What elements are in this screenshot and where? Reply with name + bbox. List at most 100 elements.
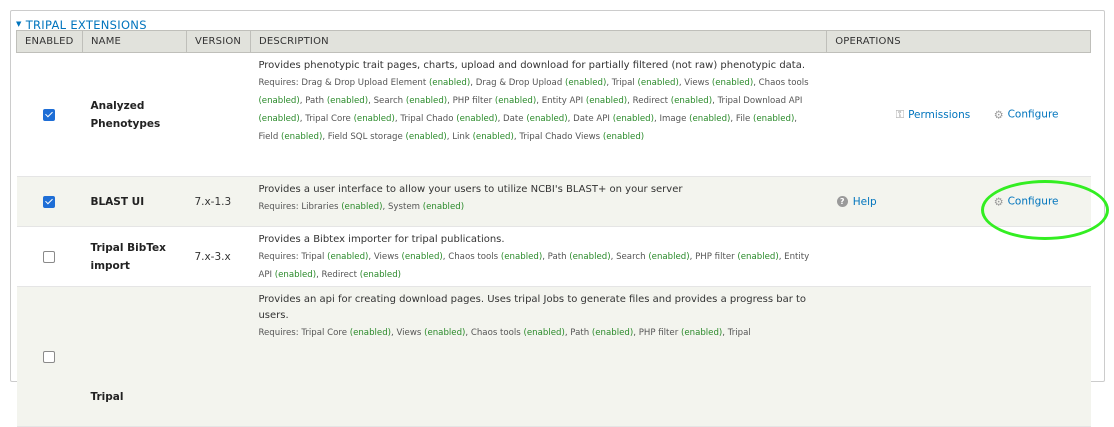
dependency-name: Entity API — [541, 96, 584, 106]
name-cell: Tripal BibTex import — [82, 226, 187, 287]
dependency-status: (enabled) — [680, 328, 723, 338]
module-name: Tripal — [90, 390, 124, 403]
name-cell: Tripal — [82, 286, 187, 427]
dependency-name: Chaos tools — [448, 252, 499, 262]
dependency-name: Views — [396, 328, 422, 338]
dependency-status: (enabled) — [569, 252, 611, 262]
table-row: Analyzed Phenotypes Provides phenotypic t… — [16, 52, 1091, 177]
table-row: Tripal Provides an api for creating downl… — [16, 286, 1091, 427]
enabled-checkbox[interactable] — [43, 250, 56, 263]
module-description: Provides an api for creating download pa… — [258, 294, 807, 321]
dependency-status: (enabled) — [711, 78, 754, 88]
requires-label: Requires: — [258, 252, 299, 262]
collapse-triangle-icon[interactable]: ▼ — [16, 20, 22, 28]
dependency-status: (enabled) — [274, 270, 317, 280]
enabled-cell — [16, 52, 83, 177]
dependency-status: (enabled) — [591, 328, 634, 338]
operations-cell: ⚿ Permissions ⚙ Configure — [826, 52, 1091, 177]
module-version: 7.x-3.x — [186, 226, 251, 287]
dependency-name: Field SQL storage — [327, 132, 403, 142]
dependency-status: (enabled) — [405, 132, 447, 142]
dependency-name: Redirect — [632, 96, 669, 106]
dependency-name: Tripal Chado Views — [519, 132, 601, 142]
dependency-name: Chaos tools — [470, 328, 521, 338]
module-description: Provides a user interface to allow your … — [258, 184, 683, 195]
module-requirements: Requires: Tripal (enabled), Views (enabl… — [258, 252, 810, 280]
dependency-status: (enabled) — [565, 78, 607, 88]
enabled-cell — [16, 226, 83, 287]
permissions-link[interactable]: ⚿ Permissions — [896, 108, 970, 122]
dependency-status: (enabled) — [456, 114, 498, 124]
dependency-name: Drag & Drop Upload — [475, 78, 563, 88]
module-name: Analyzed Phenotypes — [90, 99, 161, 130]
description-cell: Provides phenotypic trait pages, charts,… — [250, 52, 827, 177]
column-header-version: VERSION — [185, 30, 251, 53]
help-icon: ? — [836, 196, 848, 207]
help-label: Help — [852, 195, 877, 208]
dependency-name: Tripal Core — [305, 114, 351, 124]
dependency-status: (enabled) — [753, 114, 795, 124]
module-requirements: Requires: Drag & Drop Upload Element (en… — [258, 78, 809, 142]
description-cell: Provides a user interface to allow your … — [250, 176, 827, 227]
permissions-label: Permissions — [908, 108, 971, 121]
dependency-name: Tripal Core — [301, 328, 347, 338]
dependency-status: (enabled) — [349, 328, 392, 338]
module-requirements: Requires: Tripal Core (enabled), Views (… — [258, 328, 751, 338]
operations-cell — [826, 286, 1091, 427]
dependency-name: Search — [616, 252, 646, 262]
dependency-status: (enabled) — [326, 96, 369, 106]
enabled-checkbox[interactable] — [43, 108, 56, 121]
name-cell: BLAST UI — [82, 176, 187, 227]
dependency-name: Drag & Drop Upload Element — [301, 78, 427, 88]
dependency-status: (enabled) — [258, 96, 300, 106]
dependency-status: (enabled) — [401, 252, 443, 262]
module-name: Tripal BibTex import — [90, 241, 166, 272]
dependency-status: (enabled) — [422, 202, 465, 212]
enabled-cell — [16, 286, 83, 427]
dependency-name: Search — [373, 96, 404, 106]
dependency-name: Tripal — [611, 78, 635, 88]
dependency-status: (enabled) — [689, 114, 731, 124]
modules-table: ENABLED NAME VERSION DESCRIPTION OPERATI… — [16, 30, 1091, 427]
dependency-name: File — [735, 114, 751, 124]
help-link[interactable]: ? Help — [836, 195, 877, 208]
dependency-status: (enabled) — [341, 202, 383, 212]
dependency-name: Views — [373, 252, 399, 262]
requires-label: Requires: — [258, 78, 299, 88]
gear-icon: ⚙ — [993, 108, 1004, 121]
dependency-status: (enabled) — [648, 252, 690, 262]
dependency-status: (enabled) — [500, 252, 543, 262]
column-header-operations: OPERATIONS — [826, 30, 1091, 53]
dependency-status: (enabled) — [327, 252, 369, 262]
dependency-name: Path — [305, 96, 325, 106]
dependency-status: (enabled) — [428, 78, 471, 88]
dependency-status: (enabled) — [612, 114, 654, 124]
dependency-name: PHP filter — [695, 252, 735, 262]
dependency-status: (enabled) — [602, 132, 645, 142]
dependency-status: (enabled) — [526, 114, 568, 124]
dependency-name: Path — [547, 252, 567, 262]
dependency-status: (enabled) — [737, 252, 779, 262]
table-row: BLAST UI 7.x-1.3 Provides a user interface… — [16, 176, 1091, 227]
dependency-name: Libraries — [301, 202, 339, 212]
dependency-name: Redirect — [321, 270, 357, 280]
dependency-status: (enabled) — [405, 96, 448, 106]
column-header-name: NAME — [81, 30, 187, 53]
module-description: Provides phenotypic trait pages, charts,… — [258, 60, 806, 71]
key-icon: ⚿ — [895, 107, 905, 121]
requires-label: Requires: — [258, 328, 299, 338]
configure-link[interactable]: ⚙ Configure — [994, 108, 1059, 121]
enabled-checkbox[interactable] — [43, 195, 56, 208]
name-cell: Analyzed Phenotypes — [82, 52, 187, 177]
enabled-cell — [16, 176, 83, 227]
dependency-name: Chaos tools — [758, 78, 809, 88]
dependency-status: (enabled) — [281, 132, 323, 142]
column-header-description: DESCRIPTION — [249, 30, 828, 53]
enabled-checkbox[interactable] — [43, 350, 56, 363]
dependency-status: (enabled) — [258, 114, 300, 124]
configure-label: Configure — [1007, 108, 1059, 121]
dependency-status: (enabled) — [424, 328, 466, 338]
dependency-status: (enabled) — [670, 96, 713, 106]
dependency-name: Tripal Download API — [717, 96, 803, 106]
dependency-name: Date — [503, 114, 524, 124]
